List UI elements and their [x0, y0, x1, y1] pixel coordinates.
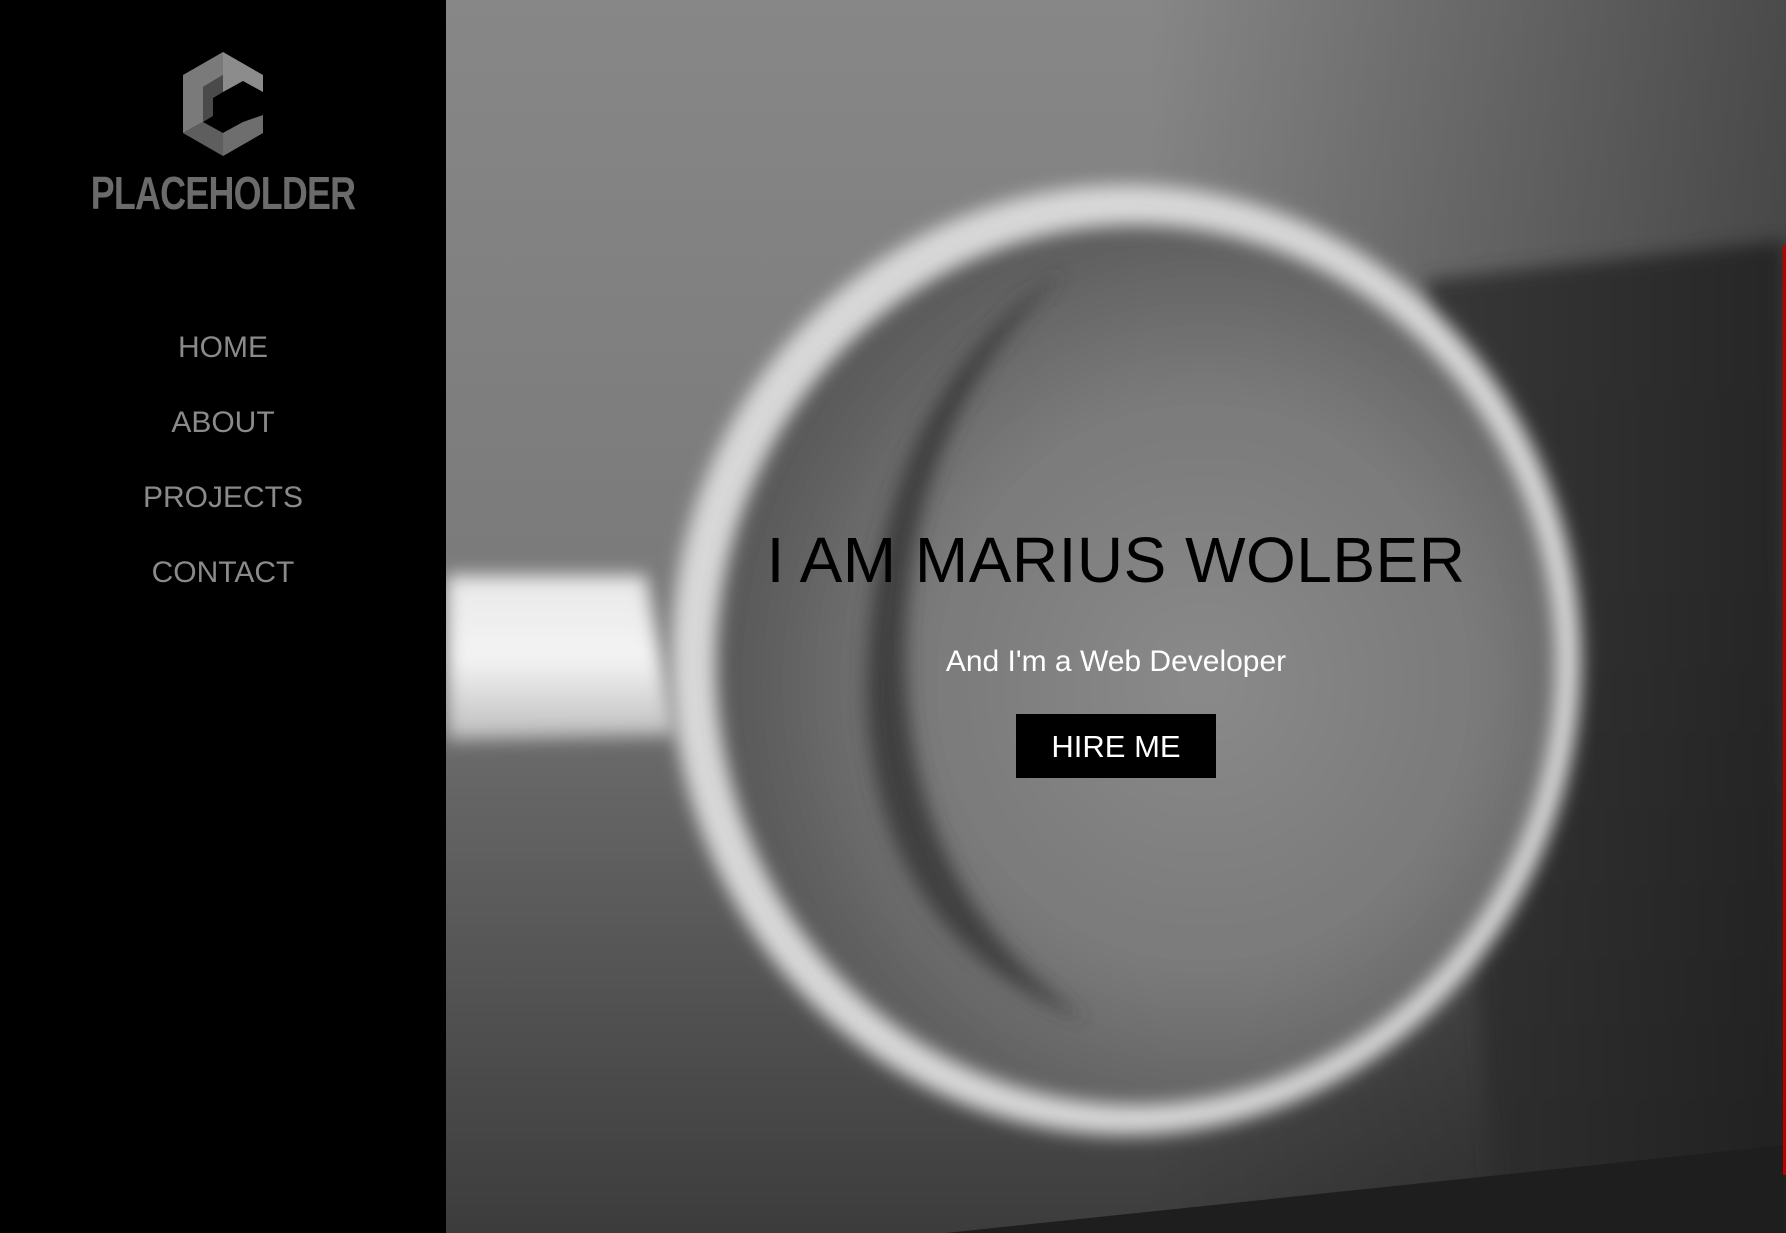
logo-text: PLACEHOLDER — [90, 167, 356, 219]
hero-title: I AM MARIUS WOLBER — [766, 524, 1466, 596]
hero-section: I AM MARIUS WOLBER And I'm a Web Develop… — [446, 0, 1786, 1233]
nav-item-home[interactable]: HOME — [0, 322, 446, 397]
hire-me-button[interactable]: HIRE ME — [1016, 714, 1216, 778]
hero-content: I AM MARIUS WOLBER And I'm a Web Develop… — [446, 520, 1786, 778]
nav-item-about[interactable]: ABOUT — [0, 397, 446, 472]
main-nav: HOME ABOUT PROJECTS CONTACT — [0, 322, 446, 622]
hero-subtitle: And I'm a Web Developer — [945, 645, 1287, 678]
logo[interactable]: PLACEHOLDER — [0, 52, 446, 216]
sidebar: PLACEHOLDER HOME ABOUT PROJECTS CONTACT — [0, 0, 446, 1233]
logo-icon — [183, 52, 263, 156]
nav-item-contact[interactable]: CONTACT — [0, 547, 446, 622]
nav-item-projects[interactable]: PROJECTS — [0, 472, 446, 547]
